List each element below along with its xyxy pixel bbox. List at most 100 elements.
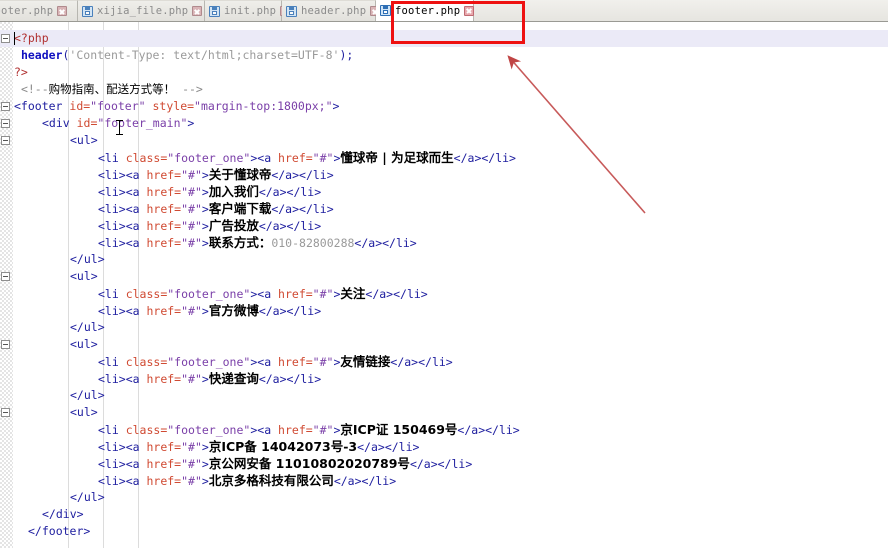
code-line[interactable]: </div> [42, 506, 84, 523]
code-line[interactable]: <li class="footer_one"><a href="#">友情链接<… [98, 353, 453, 370]
tab-xijia_file-php[interactable]: xijia_file.php [78, 0, 205, 21]
fold-toggle-line-6[interactable] [1, 119, 10, 128]
code-token-tag: </footer> [28, 524, 91, 538]
code-token-str: "footer_main" [97, 116, 188, 130]
code-token-fn: header [20, 48, 63, 62]
code-token-tag: <li><a [98, 185, 147, 199]
code-token-tag: </a></li> [354, 236, 417, 250]
code-line[interactable]: <li><a href="#">加入我们</a></li> [98, 183, 321, 200]
code-token-str: "footer_one" [167, 151, 251, 165]
code-token-tag: <li><a [98, 372, 147, 386]
tab-footer-php-active[interactable]: footer.php [376, 0, 475, 21]
code-token-str: "#" [181, 440, 202, 454]
code-token-attr: href= [146, 474, 182, 488]
code-line[interactable]: <footer id="footer" style="margin-top:18… [14, 98, 339, 115]
code-token-attr: href= [146, 372, 182, 386]
code-token-tag: </ul> [70, 320, 105, 334]
code-token-ind [14, 82, 21, 96]
code-line[interactable]: <li class="footer_one"><a href="#">京ICP证… [98, 421, 520, 438]
code-line[interactable]: <li><a href="#">联系方式：010-82800288</a></l… [98, 234, 417, 251]
code-token-tag: <li><a [98, 219, 147, 233]
code-token-txt: 友情链接 [340, 354, 391, 369]
code-token-txt: 联系方式： [208, 235, 272, 250]
code-line[interactable]: <li class="footer_one"><a href="#">关注</a… [98, 285, 428, 302]
code-token-attr: class= [125, 151, 168, 165]
code-line[interactable]: </ul> [70, 489, 105, 506]
code-token-tag: ><a [250, 423, 279, 437]
code-token-attr: href= [278, 423, 313, 437]
code-token-tag: </a></li> [365, 287, 428, 301]
code-line[interactable]: <li><a href="#">快递查询</a></li> [98, 370, 321, 387]
code-line[interactable]: <li><a href="#">官方微博</a></li> [98, 302, 321, 319]
code-line[interactable]: </ul> [70, 251, 105, 268]
code-token-attr: class= [125, 355, 168, 369]
tab-footer-php[interactable]: footer.php [0, 0, 78, 21]
code-line[interactable]: <ul> [70, 132, 98, 149]
code-token-punc: ); [339, 48, 354, 62]
code-token-tag: > [201, 185, 209, 199]
fold-toggle-line-23[interactable] [1, 408, 10, 417]
code-line[interactable]: <ul> [70, 404, 98, 421]
code-token-txt: 关注 [340, 286, 366, 301]
disk-icon [82, 5, 93, 17]
code-area[interactable]: <?php header('Content-Type: text/html;ch… [0, 22, 888, 548]
fold-toggle-line-15[interactable] [1, 272, 10, 281]
code-token-tag: </a></li> [271, 202, 334, 216]
code-token-attr: class= [125, 423, 168, 437]
code-line[interactable]: <?php [14, 30, 49, 47]
code-token-tag: </a></li> [333, 474, 397, 488]
code-token-txt: 客户端下载 [208, 201, 272, 216]
code-line[interactable]: <ul> [70, 268, 98, 285]
code-token-tag: </a></li> [409, 457, 473, 471]
code-line[interactable]: header('Content-Type: text/html;charset=… [14, 47, 353, 64]
code-line[interactable]: <li><a href="#">京ICP备 14042073号-3</a></l… [98, 438, 419, 455]
code-line[interactable]: </ul> [70, 319, 105, 336]
code-token-tag: <ul> [70, 405, 98, 419]
disk-icon [286, 5, 297, 17]
code-token-cmt: --> [175, 82, 203, 96]
tab-bar: footer.php xijia_file.php init.php header.p… [0, 0, 888, 22]
code-line[interactable]: <li><a href="#">客户端下载</a></li> [98, 200, 334, 217]
code-line[interactable]: <li><a href="#">北京多格科技有限公司</a></li> [98, 472, 396, 489]
close-icon[interactable] [464, 5, 475, 16]
code-token-str: "#" [181, 236, 202, 250]
code-line[interactable]: <!--购物指南、配送方式等！ --> [14, 81, 203, 98]
tab-init-php[interactable]: init.php [205, 0, 291, 21]
code-line[interactable]: <ul> [70, 336, 98, 353]
code-token-txt: 加入我们 [208, 184, 259, 199]
code-token-php: <?php [14, 31, 49, 45]
tab-label: init.php [224, 5, 277, 17]
tab-header-php[interactable]: header.php [282, 0, 381, 21]
editor-window: footer.php xijia_file.php init.php header.p… [0, 0, 888, 548]
code-token-tag: <footer [14, 99, 70, 113]
code-line[interactable]: <li><a href="#">广告投放</a></li> [98, 217, 321, 234]
code-line[interactable]: </ul> [70, 387, 105, 404]
code-token-txt: 京ICP备 14042073号-3 [208, 439, 358, 454]
code-token-attr: id= [69, 99, 91, 113]
code-token-str: "#" [181, 457, 202, 471]
code-token-cmtcn: 购物指南、配送方式等！ [48, 82, 176, 96]
fold-toggle-line-7[interactable] [1, 136, 10, 145]
close-icon[interactable] [192, 6, 203, 16]
code-line[interactable]: </footer> [28, 523, 90, 540]
code-line[interactable]: <div id="footer_main"> [42, 115, 194, 132]
tab-label: footer.php [0, 5, 54, 17]
current-line-highlight [0, 30, 888, 47]
fold-toggle-line-19[interactable] [1, 340, 10, 349]
code-line[interactable]: <li><a href="#">关于懂球帝</a></li> [98, 166, 334, 183]
code-token-tag: </a></li> [258, 304, 322, 318]
close-icon[interactable] [57, 6, 68, 16]
code-editor[interactable]: <?php header('Content-Type: text/html;ch… [0, 22, 888, 548]
code-token-attr: class= [125, 287, 168, 301]
fold-toggle-line-5[interactable] [1, 102, 10, 111]
code-token-attr: href= [278, 355, 313, 369]
code-token-txt: 京公网安备 11010802020789号 [208, 456, 410, 471]
code-line[interactable]: <li class="footer_one"><a href="#">懂球帝 |… [98, 149, 516, 166]
code-line[interactable]: <li><a href="#">京公网安备 11010802020789号</a… [98, 455, 472, 472]
code-token-attr: href= [278, 287, 313, 301]
fold-toggle-line-1[interactable] [1, 34, 10, 43]
code-token-tag: </ul> [70, 252, 105, 266]
code-token-tag: </a></li> [357, 440, 420, 454]
code-line[interactable]: ?> [14, 64, 28, 81]
code-token-tag: <ul> [70, 133, 98, 147]
